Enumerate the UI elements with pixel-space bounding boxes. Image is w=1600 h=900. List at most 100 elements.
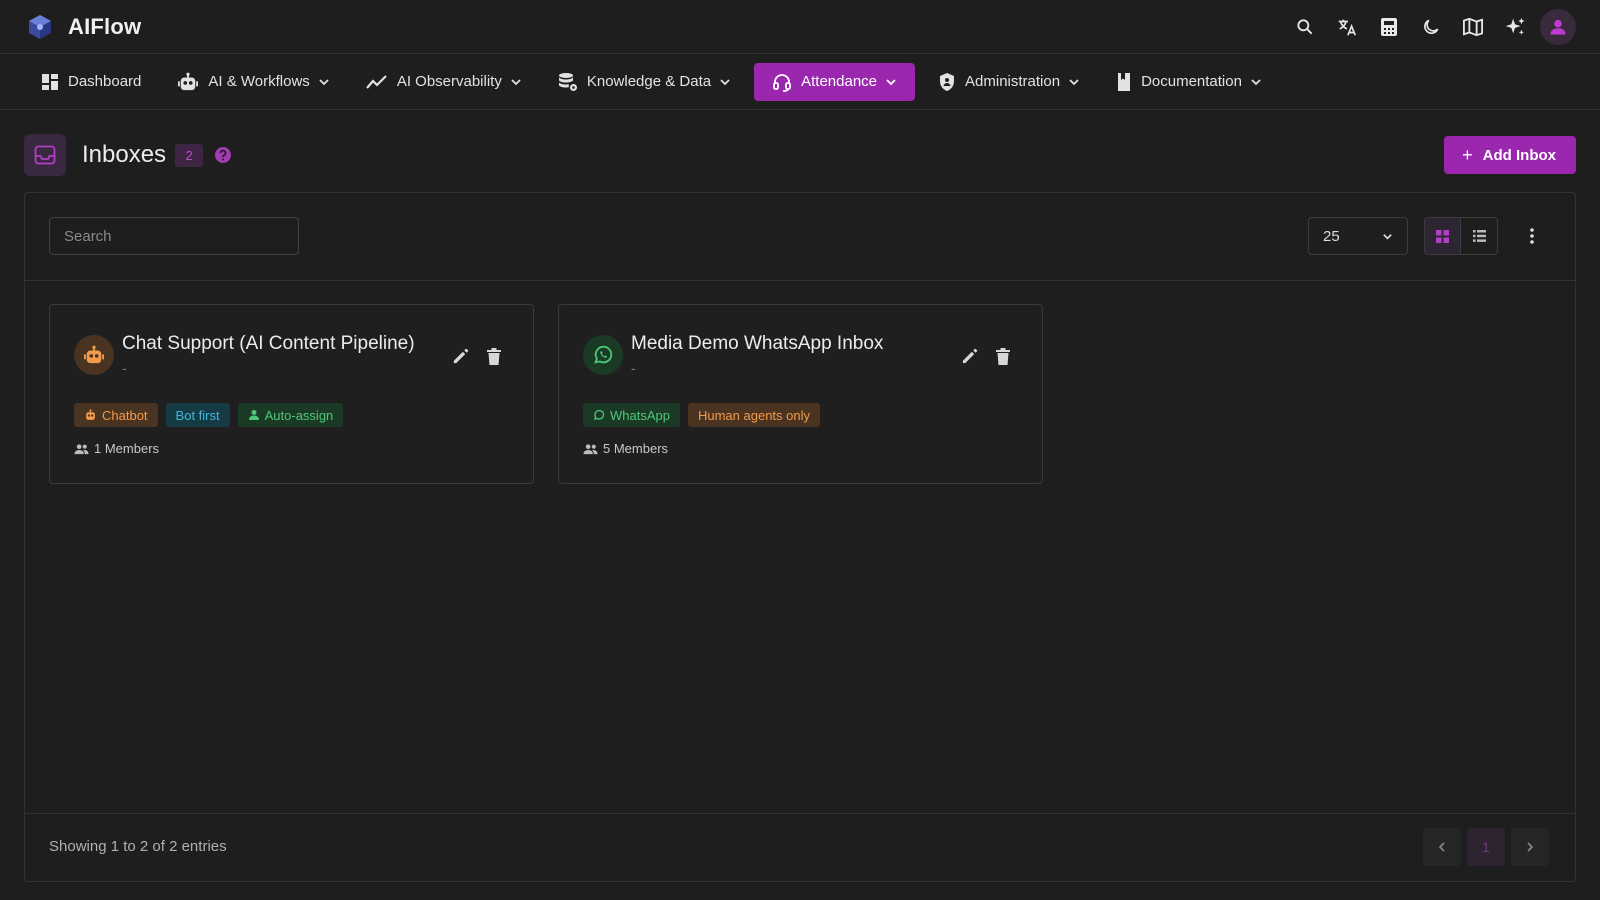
tag-label: Human agents only [697,407,810,423]
page-size-value: 25 [1323,227,1340,245]
add-inbox-button[interactable]: + Add Inbox [1444,136,1576,174]
nav-administration[interactable]: Administration [925,63,1093,101]
chevron-down-icon [510,76,522,88]
nav-label: AI & Workflows [208,73,310,90]
group-icon [583,443,598,455]
tag-bot-first: Bot first [165,403,230,427]
translate-icon[interactable] [1326,7,1368,47]
trash-icon [996,347,1010,365]
next-page-button[interactable] [1511,828,1549,866]
inbox-card[interactable]: Media Demo WhatsApp Inbox - WhatsApp Hum… [558,304,1043,484]
sparkles-icon[interactable] [1494,7,1536,47]
inbox-title: Media Demo WhatsApp Inbox [631,333,884,354]
dashboard-icon [41,73,59,91]
panel-toolbar: 25 [25,193,1575,281]
edit-button[interactable] [952,343,986,369]
pencil-icon [961,348,978,365]
robot-icon [177,72,199,92]
nav-ai-observability[interactable]: AI Observability [353,63,535,101]
tag-label: Auto-assign [264,407,334,423]
person-icon [248,409,260,421]
card-actions [952,343,1020,369]
book-icon[interactable] [1452,7,1494,47]
tag-auto-assign: Auto-assign [237,403,344,427]
moon-icon[interactable] [1410,7,1452,47]
chevron-down-icon [1250,76,1262,88]
nav-label: Knowledge & Data [586,73,712,90]
entries-summary: Showing 1 to 2 of 2 entries [49,838,227,855]
prev-page-button[interactable] [1423,828,1461,866]
edit-button[interactable] [443,343,477,369]
delete-button[interactable] [477,343,511,369]
nav-label: Documentation [1141,73,1242,90]
tag-label: Bot first [175,407,220,423]
robot-icon [84,409,97,421]
group-icon [74,443,89,455]
card-actions [443,343,511,369]
inbox-panel: 25 Chat Supp [24,192,1576,882]
inbox-subtitle: - [122,360,127,376]
whatsapp-icon [593,409,605,421]
nav-ai-workflows[interactable]: AI & Workflows [164,63,342,101]
page-1-button[interactable]: 1 [1467,828,1505,866]
grid-view-button[interactable] [1425,218,1462,254]
chevron-down-icon [1382,231,1393,242]
nav-documentation[interactable]: Documentation [1103,63,1275,101]
inbox-card[interactable]: Chat Support (AI Content Pipeline) - Cha… [49,304,534,484]
nav-label: Dashboard [68,73,142,90]
tag-whatsapp: WhatsApp [583,403,680,427]
top-icons [1284,0,1576,54]
chevron-down-icon [1068,76,1080,88]
tag-label: WhatsApp [610,407,670,423]
user-icon[interactable] [1540,9,1576,45]
nav-label: Attendance [801,73,878,90]
more-options-button[interactable] [1515,217,1549,255]
page-header: Inboxes 2 + Add Inbox [24,134,1576,176]
nav-label: AI Observability [396,73,502,90]
calculator-icon[interactable] [1368,7,1410,47]
nav-attendance[interactable]: Attendance [754,62,916,101]
kebab-icon [1530,228,1534,244]
list-icon [1472,230,1486,242]
tag-chatbot: Chatbot [74,403,158,427]
inbox-count-badge: 2 [175,143,204,167]
app-name: AIFlow [68,13,142,39]
search-icon[interactable] [1284,7,1326,47]
trash-icon [487,347,501,365]
shield-icon [938,72,956,92]
list-view-button[interactable] [1461,218,1497,254]
chevron-down-icon [719,76,731,88]
bookmark-icon [1116,72,1132,92]
delete-button[interactable] [986,343,1020,369]
inbox-members: 5 Members [583,441,668,456]
add-inbox-label: Add Inbox [1482,146,1556,164]
help-icon[interactable] [214,146,232,164]
chevron-right-icon [1525,842,1535,852]
robot-icon [74,335,114,375]
page-title: Inboxes [82,141,167,168]
trend-icon [365,74,388,90]
grid-icon [1436,229,1449,243]
nav-dashboard[interactable]: Dashboard [28,63,154,101]
inbox-members: 1 Members [74,441,159,456]
inbox-tags: WhatsApp Human agents only [583,403,828,427]
nav-label: Administration [965,73,1061,90]
inbox-title: Chat Support (AI Content Pipeline) [122,333,415,354]
panel-footer: Showing 1 to 2 of 2 entries 1 [25,813,1575,881]
top-bar: AIFlow [0,0,1600,54]
tag-human-agents-only: Human agents only [687,403,820,427]
pencil-icon [452,348,469,365]
chevron-down-icon [885,76,897,88]
main-nav: Dashboard AI & Workflows AI Observabilit… [0,54,1600,110]
inbox-icon [24,134,66,176]
page-size-select[interactable]: 25 [1308,217,1408,255]
database-icon [558,72,578,92]
nav-knowledge-data[interactable]: Knowledge & Data [545,63,744,101]
brand[interactable]: AIFlow [26,13,141,41]
whatsapp-icon [583,335,623,375]
tag-label: Chatbot [102,407,148,423]
plus-icon: + [1462,144,1473,165]
inbox-subtitle: - [631,360,636,376]
chevron-down-icon [318,76,330,88]
search-input[interactable] [49,217,299,255]
